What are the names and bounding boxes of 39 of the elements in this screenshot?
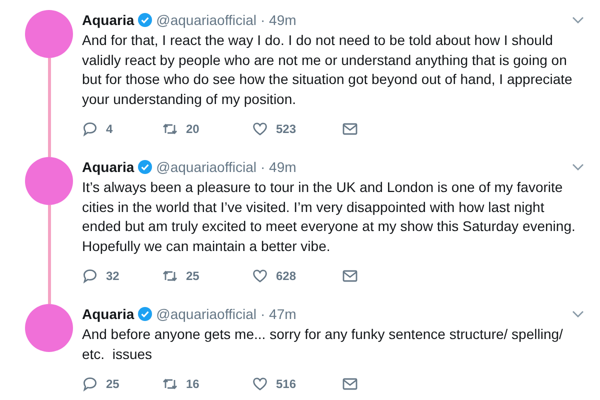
retweet-count: 20 — [186, 122, 200, 136]
user-handle[interactable]: @aquariaofficial — [156, 306, 256, 322]
tweet-text: And for that, I react the way I do. I do not need to be told about how I should validly react by people who are not me or understand anything that is going on but for those who do see how the situation got beyond out of hand, I appreciate your understanding of my position. — [82, 31, 574, 109]
timestamp[interactable]: · 49m — [260, 12, 296, 28]
retweet-icon[interactable] — [162, 121, 178, 137]
avatar-circle[interactable] — [25, 10, 73, 58]
like-count: 628 — [276, 269, 296, 283]
reply-icon[interactable] — [82, 268, 98, 284]
heart-icon[interactable] — [252, 121, 268, 137]
envelope-icon[interactable] — [342, 121, 358, 137]
timestamp[interactable]: · 49m — [260, 159, 296, 175]
retweet-icon[interactable] — [162, 376, 178, 392]
reply-count: 25 — [106, 377, 120, 391]
like-count: 523 — [276, 122, 296, 136]
avatar-circle[interactable] — [25, 304, 73, 352]
heart-icon[interactable] — [252, 376, 268, 392]
caret-icon[interactable] — [572, 310, 584, 318]
caret-icon[interactable] — [572, 16, 584, 24]
envelope-icon[interactable] — [342, 268, 358, 284]
display-name[interactable]: Aquaria — [82, 306, 134, 322]
user-handle[interactable]: @aquariaofficial — [156, 159, 256, 175]
timestamp[interactable]: · 47m — [260, 306, 296, 322]
reply-icon[interactable] — [82, 121, 98, 137]
heart-icon[interactable] — [252, 268, 268, 284]
reply-icon[interactable] — [82, 376, 98, 392]
user-handle[interactable]: @aquariaofficial — [156, 12, 256, 28]
display-name[interactable]: Aquaria — [82, 12, 134, 28]
retweet-icon[interactable] — [162, 268, 178, 284]
reply-count: 32 — [106, 269, 120, 283]
display-name[interactable]: Aquaria — [82, 159, 134, 175]
avatar-circle[interactable] — [25, 157, 73, 205]
like-count: 516 — [276, 377, 296, 391]
retweet-count: 25 — [186, 269, 200, 283]
retweet-count: 16 — [186, 377, 200, 391]
caret-icon[interactable] — [572, 163, 584, 171]
tweet-text: It’s always been a pleasure to tour in the UK and London is one of my favorite cities in the world that I’ve visited. I’m very disappointed with how last night ended but am truly excited to meet everyone at my show this Saturday evening. Hopefully we can maintain a better vibe. — [82, 178, 576, 256]
tweet-text: And before anyone gets me... sorry for any funky sentence structure/ spelling/ etc. issues — [82, 325, 564, 364]
envelope-icon[interactable] — [342, 376, 358, 392]
reply-count: 4 — [106, 122, 113, 136]
